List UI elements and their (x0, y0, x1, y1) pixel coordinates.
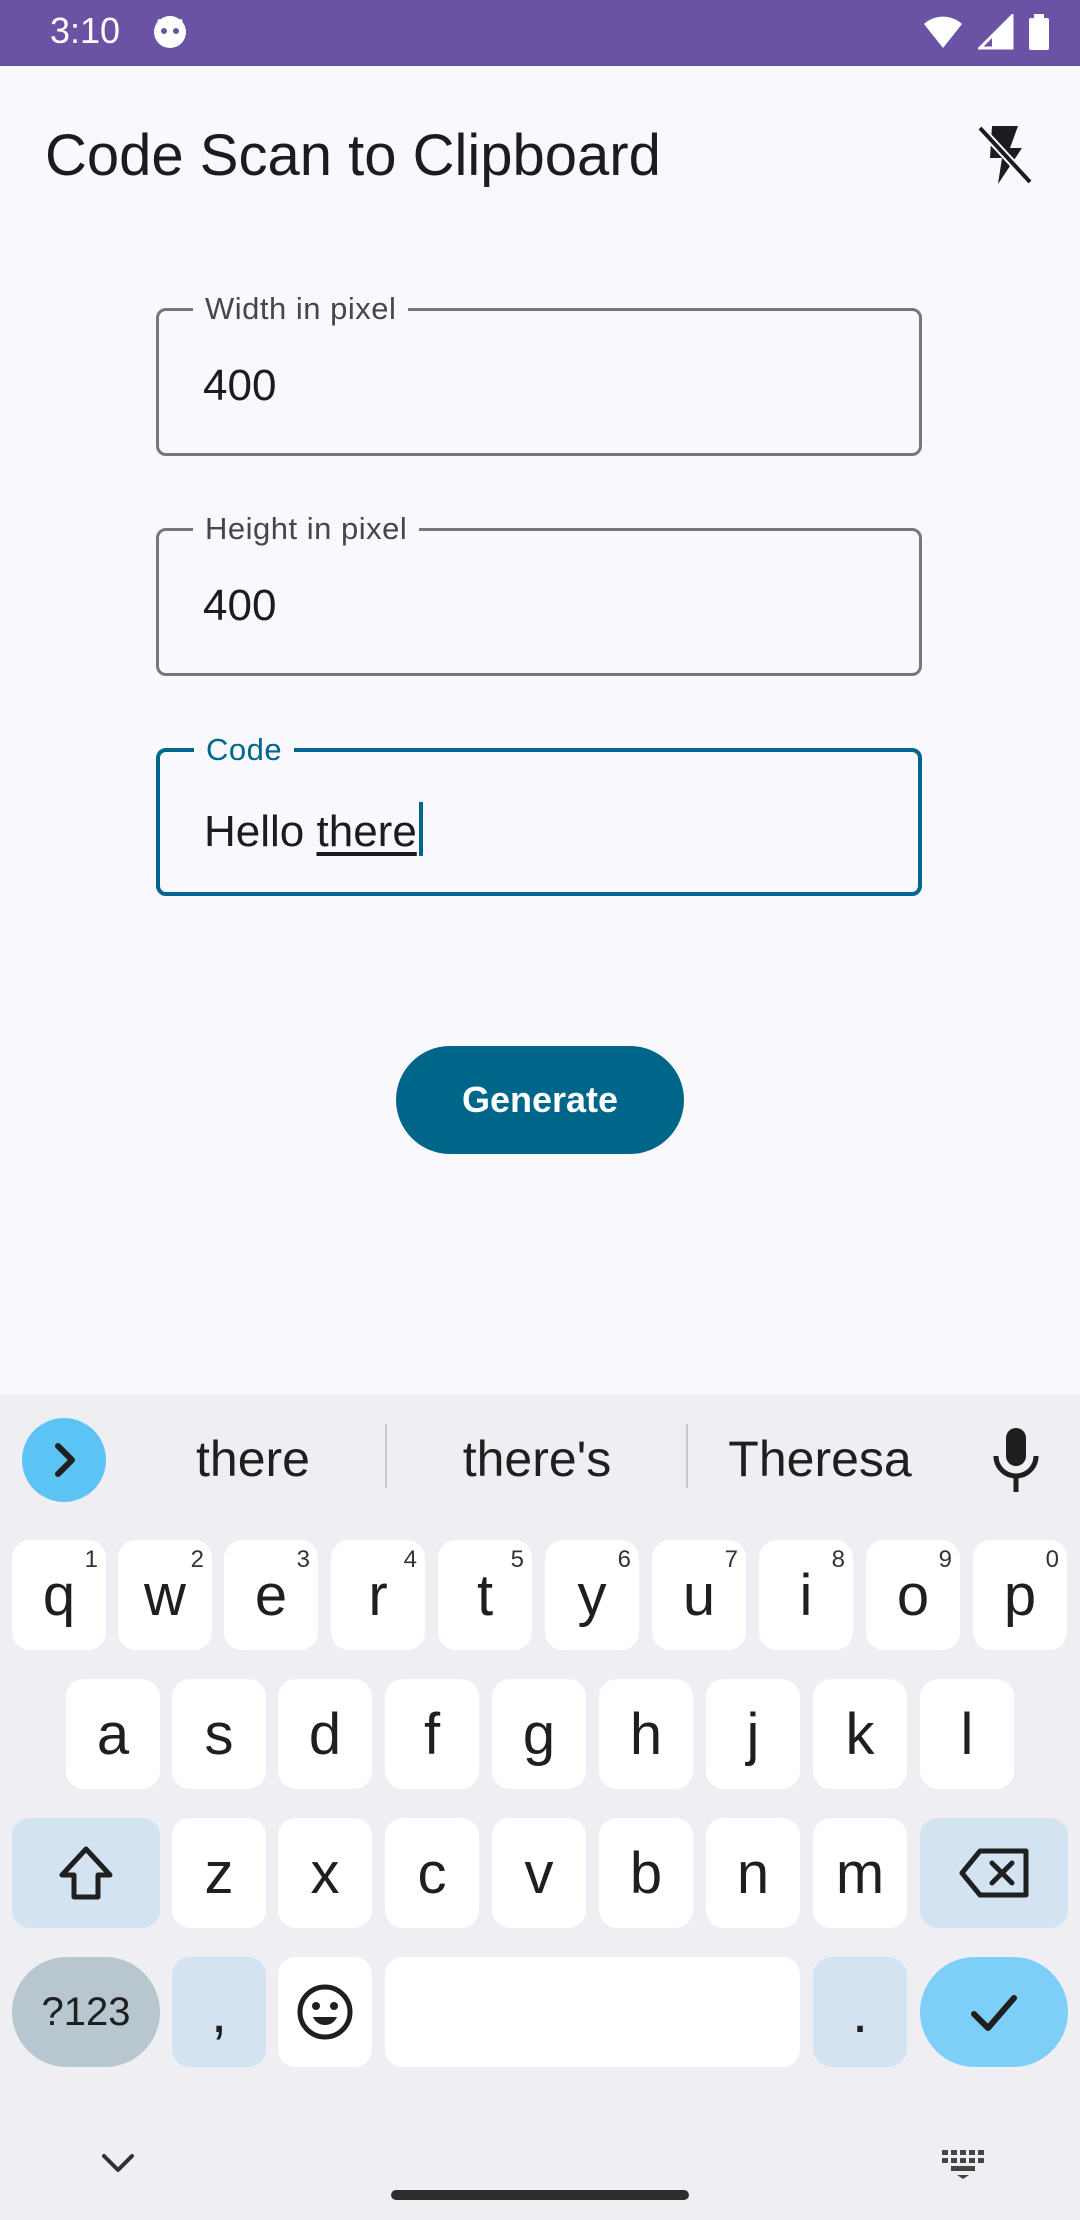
key-s[interactable]: s (172, 1679, 266, 1789)
key-n[interactable]: n (706, 1818, 800, 1928)
microphone-icon[interactable] (990, 1426, 1042, 1494)
width-field-value: 400 (203, 361, 277, 410)
width-field[interactable]: Width in pixel 400 (156, 289, 922, 456)
key-t[interactable]: t5 (438, 1540, 532, 1650)
key-l[interactable]: l (920, 1679, 1014, 1789)
key-label: t (476, 1562, 494, 1628)
symbols-key[interactable]: ?123 (12, 1957, 160, 2067)
suggestion-2[interactable]: there's (407, 1430, 667, 1488)
composing-text: there (316, 807, 417, 856)
key-v[interactable]: v (492, 1818, 586, 1928)
checkmark-icon (971, 1995, 1017, 2031)
key-label: u (682, 1562, 716, 1628)
key-label: p (1003, 1562, 1037, 1628)
enter-key[interactable] (920, 1957, 1068, 2067)
key-hint: 0 (1045, 1546, 1059, 1573)
key-k[interactable]: k (813, 1679, 907, 1789)
emoji-key[interactable] (278, 1957, 372, 2067)
suggestion-divider (385, 1424, 387, 1488)
key-hint: 7 (724, 1546, 738, 1573)
width-field-label: Width in pixel (193, 289, 409, 329)
height-field[interactable]: Height in pixel 400 (156, 509, 922, 676)
key-e[interactable]: e3 (224, 1540, 318, 1650)
key-i[interactable]: i8 (759, 1540, 853, 1650)
key-hint: 3 (296, 1546, 310, 1573)
suggestion-3[interactable]: Theresa (690, 1430, 950, 1488)
key-m[interactable]: m (813, 1818, 907, 1928)
key-label: r (368, 1562, 388, 1628)
key-hint: 2 (190, 1546, 204, 1573)
key-hint: 5 (510, 1546, 524, 1573)
home-handle[interactable] (391, 2190, 689, 2200)
key-p[interactable]: p0 (973, 1540, 1067, 1650)
flash-off-icon[interactable] (968, 118, 1040, 190)
key-label: q (42, 1562, 76, 1628)
key-label: y (577, 1562, 607, 1628)
key-label: e (254, 1562, 288, 1628)
comma-key[interactable]: , (172, 1957, 266, 2067)
height-field-label: Height in pixel (193, 509, 420, 549)
generate-button[interactable]: Generate (396, 1046, 684, 1154)
code-field-label: Code (194, 730, 295, 770)
key-q[interactable]: q1 (12, 1540, 106, 1650)
key-hint: 9 (938, 1546, 952, 1573)
keyboard-switcher-icon[interactable] (940, 2148, 986, 2180)
backspace-icon (959, 1848, 1029, 1898)
key-j[interactable]: j (706, 1679, 800, 1789)
suggestion-divider (686, 1424, 688, 1488)
key-a[interactable]: a (66, 1679, 160, 1789)
app-notification-icon (154, 16, 186, 48)
key-hint: 8 (831, 1546, 845, 1573)
chevron-right-icon (55, 1443, 75, 1477)
key-hint: 4 (403, 1546, 417, 1573)
expand-toolbar-button[interactable] (22, 1418, 106, 1502)
emoji-icon (297, 1984, 353, 2040)
code-text: Hello (204, 807, 317, 856)
page-title: Code Scan to Clipboard (45, 123, 661, 188)
text-cursor (418, 802, 423, 856)
key-b[interactable]: b (599, 1818, 693, 1928)
status-time: 3:10 (50, 10, 121, 51)
key-hint: 6 (617, 1546, 631, 1573)
key-x[interactable]: x (278, 1818, 372, 1928)
navigation-bar (0, 2106, 1080, 2220)
code-field-value: Hello there (204, 802, 423, 857)
hide-keyboard-chevron-icon[interactable] (100, 2150, 136, 2176)
key-u[interactable]: u7 (652, 1540, 746, 1650)
key-d[interactable]: d (278, 1679, 372, 1789)
code-field[interactable]: Code Hello there (156, 730, 922, 896)
key-z[interactable]: z (172, 1818, 266, 1928)
key-y[interactable]: y6 (545, 1540, 639, 1650)
status-bar: 3:10 (0, 0, 1080, 66)
space-key[interactable] (385, 1957, 800, 2067)
backspace-key[interactable] (920, 1818, 1068, 1928)
signal-icon (978, 14, 1014, 50)
key-w[interactable]: w2 (118, 1540, 212, 1650)
suggestion-strip: there there's Theresa (0, 1394, 1080, 1524)
wifi-icon (924, 16, 962, 48)
key-hint: 1 (84, 1546, 98, 1573)
key-c[interactable]: c (385, 1818, 479, 1928)
key-label: o (896, 1562, 930, 1628)
battery-icon (1029, 14, 1049, 50)
shift-icon (59, 1846, 113, 1900)
key-r[interactable]: r4 (331, 1540, 425, 1650)
suggestion-1[interactable]: there (123, 1430, 383, 1488)
key-o[interactable]: o9 (866, 1540, 960, 1650)
key-g[interactable]: g (492, 1679, 586, 1789)
key-label: w (144, 1562, 186, 1628)
shift-key[interactable] (12, 1818, 160, 1928)
height-field-value: 400 (203, 581, 277, 630)
key-f[interactable]: f (385, 1679, 479, 1789)
period-key[interactable]: . (813, 1957, 907, 2067)
key-h[interactable]: h (599, 1679, 693, 1789)
key-label: i (799, 1562, 813, 1628)
app-bar: Code Scan to Clipboard (0, 66, 1080, 246)
soft-keyboard: there there's Theresa q1 w2 e3 r4 t5 y6 … (0, 1394, 1080, 2220)
